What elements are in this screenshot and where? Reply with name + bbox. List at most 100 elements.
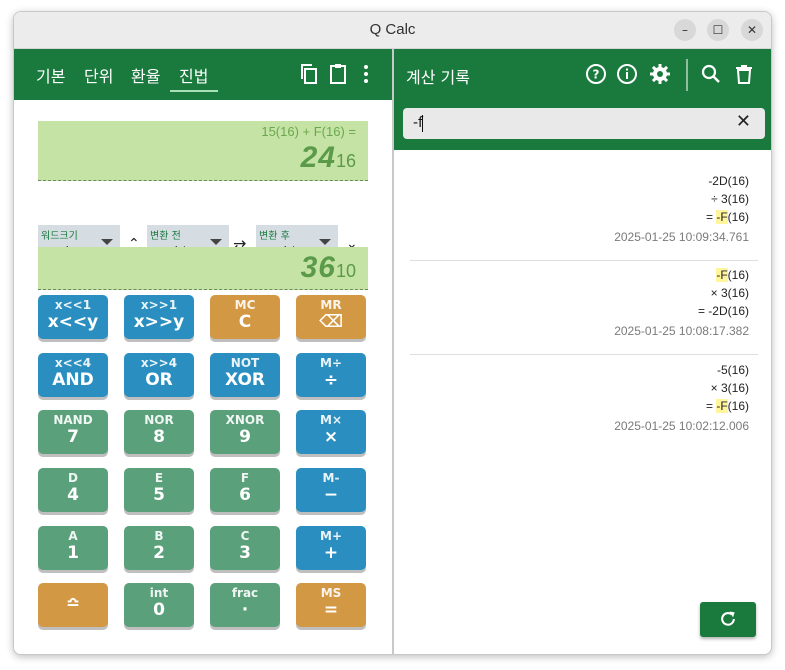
key-secondary-label: frac bbox=[231, 586, 259, 600]
key-0-0[interactable]: x<<1 x<<y bbox=[38, 295, 108, 339]
key-secondary-label: M÷ bbox=[320, 356, 342, 370]
search-input[interactable]: -f ✕ bbox=[403, 108, 765, 139]
key-0-2[interactable]: MC C bbox=[210, 295, 280, 339]
key-secondary-label: x<<4 bbox=[54, 356, 92, 370]
copy-icon[interactable] bbox=[297, 62, 321, 86]
key-2-0[interactable]: NAND 7 bbox=[38, 410, 108, 454]
key-4-3[interactable]: M+ + bbox=[296, 526, 366, 570]
key-3-3[interactable]: M- − bbox=[296, 468, 366, 512]
search-icon[interactable] bbox=[699, 62, 723, 86]
key-primary-label: ≏ bbox=[65, 594, 81, 614]
key-secondary-label: NOT bbox=[230, 356, 260, 370]
key-secondary-label: NAND bbox=[53, 413, 93, 427]
key-primary-label: 4 bbox=[67, 485, 79, 505]
maximize-button[interactable]: ☐ bbox=[707, 19, 729, 41]
expression-text: 15(16) + F(16) = bbox=[261, 124, 356, 139]
key-3-2[interactable]: F6 bbox=[210, 468, 280, 512]
history-text: -5(16) bbox=[716, 363, 749, 377]
info-icon[interactable] bbox=[615, 62, 639, 86]
key-1-2[interactable]: NOT XOR bbox=[210, 353, 280, 397]
dropdown-arrow-icon bbox=[319, 239, 331, 245]
history-text: -2D(16) bbox=[708, 174, 749, 188]
key-5-2[interactable]: frac · bbox=[210, 583, 280, 627]
help-icon[interactable]: ? bbox=[584, 62, 608, 86]
key-0-1[interactable]: x>>1 x>>y bbox=[124, 295, 194, 339]
key-2-3[interactable]: M× × bbox=[296, 410, 366, 454]
minimize-button[interactable]: – bbox=[674, 19, 696, 41]
close-button[interactable]: ✕ bbox=[741, 19, 763, 41]
history-text: × 3(16) bbox=[710, 381, 749, 395]
tab-base-conversion[interactable]: 진법 bbox=[179, 63, 208, 87]
key-primary-label: 0 bbox=[153, 600, 165, 620]
tab-basic[interactable]: 기본 bbox=[36, 63, 65, 87]
key-3-1[interactable]: E5 bbox=[124, 468, 194, 512]
dropdown-label: 변환 후 bbox=[259, 231, 290, 242]
active-tab-indicator bbox=[170, 90, 218, 92]
window-title: Q Calc bbox=[369, 21, 416, 38]
history-line: -2D(16) bbox=[614, 172, 749, 190]
key-1-0[interactable]: x<<4 AND bbox=[38, 353, 108, 397]
converted-value: 3610 bbox=[301, 251, 356, 285]
key-secondary-label: D bbox=[68, 471, 78, 485]
key-0-3[interactable]: MR ⌫ bbox=[296, 295, 366, 339]
search-bar: -f ✕ bbox=[394, 100, 771, 150]
history-text: (16) bbox=[727, 399, 749, 413]
key-2-2[interactable]: XNOR 9 bbox=[210, 410, 280, 454]
key-primary-label: 9 bbox=[239, 427, 251, 447]
key-secondary-label: MS bbox=[320, 586, 342, 600]
key-4-1[interactable]: B2 bbox=[124, 526, 194, 570]
key-3-0[interactable]: D4 bbox=[38, 468, 108, 512]
dropdown-label: 워드크기 bbox=[41, 231, 78, 242]
key-secondary-label: x>>4 bbox=[140, 356, 178, 370]
history-timestamp: 2025-01-25 10:02:12.006 bbox=[614, 419, 749, 433]
key-5-0[interactable]: ≏ bbox=[38, 583, 108, 627]
result-base: 16 bbox=[335, 151, 356, 171]
history-timestamp: 2025-01-25 10:09:34.761 bbox=[614, 230, 749, 244]
more-vert-icon[interactable] bbox=[354, 62, 378, 86]
result-number: 24 bbox=[300, 141, 336, 174]
delete-icon[interactable] bbox=[732, 62, 756, 86]
history-line: -5(16) bbox=[614, 361, 749, 379]
key-secondary-label: x<<1 bbox=[54, 298, 92, 312]
key-primary-label: x<<y bbox=[47, 312, 99, 332]
key-secondary-label: M- bbox=[322, 471, 340, 485]
history-line: -F(16) bbox=[614, 266, 749, 284]
key-1-3[interactable]: M÷ ÷ bbox=[296, 353, 366, 397]
history-line: = -F(16) bbox=[614, 397, 749, 415]
title-bar: Q Calc – ☐ ✕ bbox=[14, 12, 771, 49]
history-text: ÷ 3(16) bbox=[711, 192, 749, 206]
key-secondary-label: B bbox=[154, 529, 164, 543]
search-match-highlight: -F bbox=[716, 268, 728, 282]
key-secondary-label: F bbox=[240, 471, 250, 485]
svg-text:?: ? bbox=[593, 68, 600, 82]
history-line: × 3(16) bbox=[614, 284, 749, 302]
history-text: (16) bbox=[727, 268, 749, 282]
history-entry[interactable]: -5(16) × 3(16) = -F(16) 2025-01-25 10:02:12… bbox=[614, 361, 749, 433]
history-line: = -2D(16) bbox=[614, 302, 749, 320]
result-value: 2416 bbox=[301, 141, 356, 175]
key-5-1[interactable]: int 0 bbox=[124, 583, 194, 627]
tab-unit[interactable]: 단위 bbox=[84, 63, 113, 87]
history-line: × 3(16) bbox=[614, 379, 749, 397]
key-secondary-label: A bbox=[68, 529, 78, 543]
key-secondary-label: MC bbox=[234, 298, 256, 312]
dropdown-arrow-icon bbox=[101, 239, 113, 245]
key-primary-label: x>>y bbox=[133, 312, 185, 332]
key-4-0[interactable]: A1 bbox=[38, 526, 108, 570]
clear-search-icon[interactable]: ✕ bbox=[736, 111, 751, 132]
key-1-1[interactable]: x>>4 OR bbox=[124, 353, 194, 397]
history-entry[interactable]: -F(16) × 3(16) = -2D(16) 2025-01-25 10:08:1… bbox=[614, 266, 749, 338]
history-entry[interactable]: -2D(16) ÷ 3(16) = -F(16) 2025-01-25 10:09:3… bbox=[614, 172, 749, 244]
history-text: = -2D(16) bbox=[697, 304, 749, 318]
history-toolbar: 계산 기록 ? bbox=[394, 49, 771, 100]
key-4-2[interactable]: C3 bbox=[210, 526, 280, 570]
paste-icon[interactable] bbox=[326, 62, 350, 86]
tab-currency[interactable]: 환율 bbox=[131, 63, 160, 87]
key-primary-label: 7 bbox=[67, 427, 79, 447]
refresh-button[interactable] bbox=[700, 602, 756, 637]
key-2-1[interactable]: NOR 8 bbox=[124, 410, 194, 454]
key-primary-label: XOR bbox=[224, 370, 266, 390]
settings-icon[interactable] bbox=[648, 62, 672, 86]
key-5-3[interactable]: MS = bbox=[296, 583, 366, 627]
key-primary-label: ÷ bbox=[323, 370, 339, 390]
